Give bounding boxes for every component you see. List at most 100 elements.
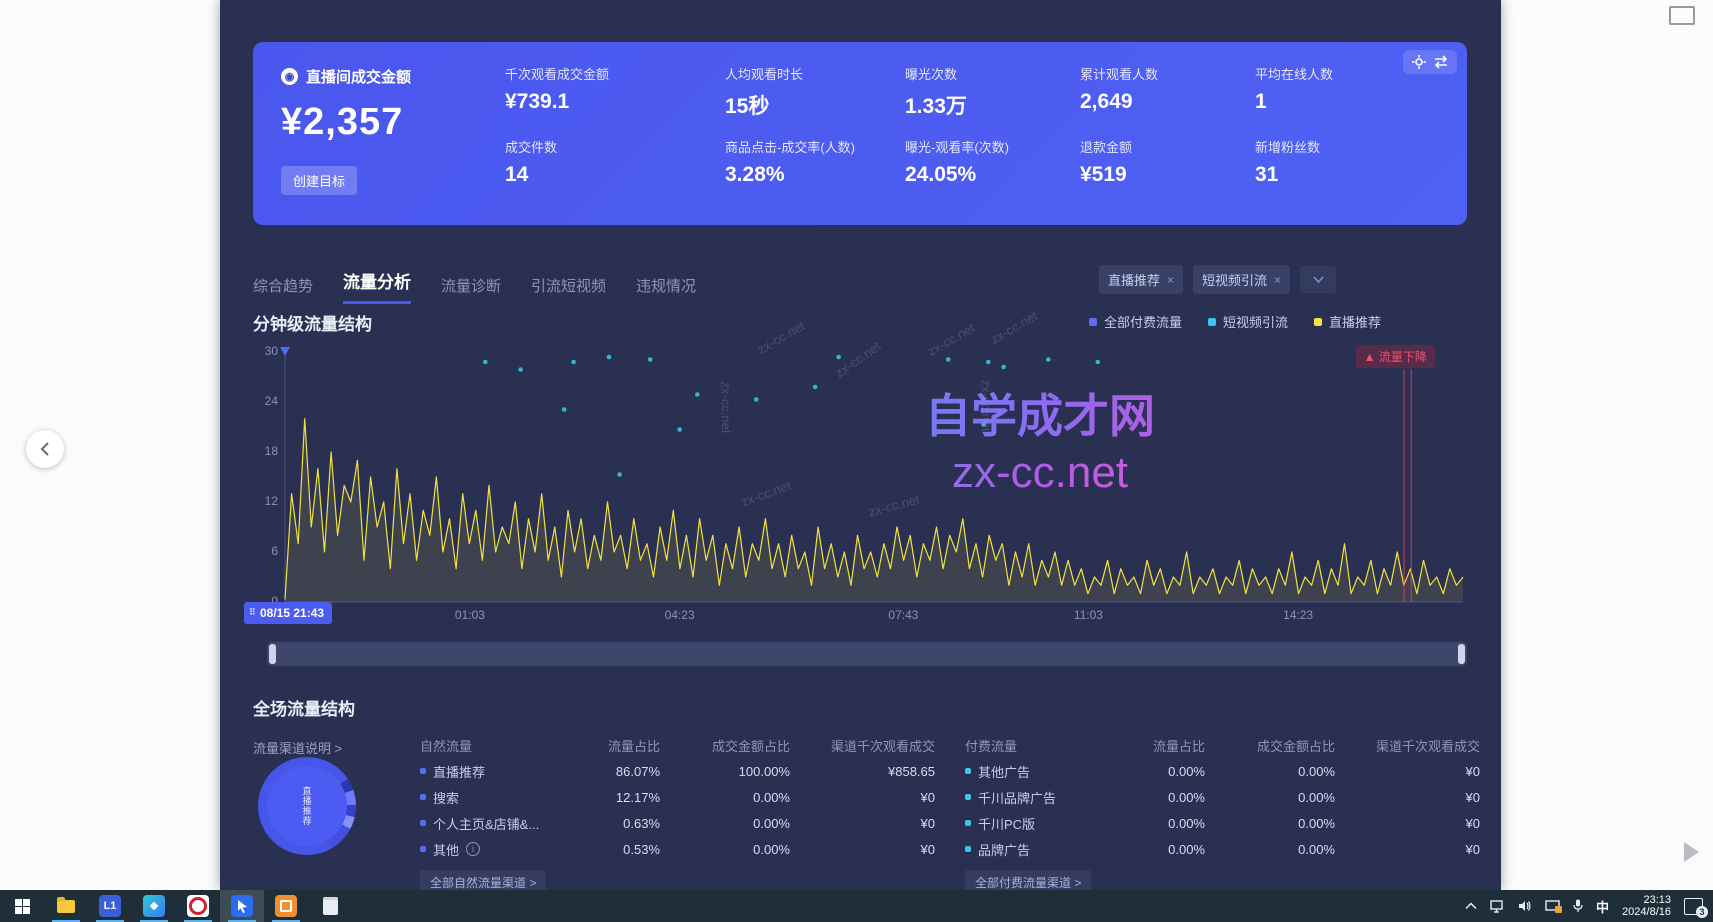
metric-exposure-view-rate: 曝光-观看率(次数)24.05% xyxy=(905,137,1080,210)
y-tick: 30 xyxy=(252,344,278,358)
traffic-drop-alert[interactable]: ▲ 流量下降 xyxy=(1356,345,1435,368)
row-bullet xyxy=(965,768,971,774)
legend-short-video[interactable]: 短视频引流 xyxy=(1208,312,1288,331)
taskbar-app-teal[interactable]: ❖ xyxy=(132,890,176,922)
y-tick: 6 xyxy=(252,544,278,558)
table-row: 搜索 12.17% 0.00% ¥0 xyxy=(420,784,935,810)
remove-tag-icon[interactable]: × xyxy=(1167,273,1174,287)
table-row: 千川PC版 0.00% 0.00% ¥0 xyxy=(965,810,1480,836)
x-axis-labels: ⠿08/15 21:43 01:03 04:23 07:43 11:03 14:… xyxy=(253,604,1467,626)
row-bullet xyxy=(965,820,971,826)
metric-avg-online: 平均在线人数1 xyxy=(1255,64,1433,137)
analysis-tabs: 综合趋势 流量分析 流量诊断 引流短视频 违规情况 xyxy=(253,268,696,304)
capture-icon[interactable] xyxy=(1669,6,1695,25)
taskbar-app-browser[interactable] xyxy=(176,890,220,922)
legend-paid-traffic[interactable]: 全部付费流量 xyxy=(1089,312,1182,331)
x-tick: 01:03 xyxy=(455,608,485,622)
time: 23:13 xyxy=(1622,894,1671,906)
time-cursor-chip[interactable]: ⠿08/15 21:43 xyxy=(244,602,332,624)
table-row: 千川品牌广告 0.00% 0.00% ¥0 xyxy=(965,784,1480,810)
network-icon[interactable] xyxy=(1490,900,1505,913)
trend-line-chart xyxy=(253,345,1467,607)
range-handle-left[interactable] xyxy=(269,644,276,664)
clock[interactable]: 23:13 2024/8/16 xyxy=(1622,894,1671,918)
taskbar-app-l1[interactable]: L1 xyxy=(88,890,132,922)
remove-tag-icon[interactable]: × xyxy=(1274,273,1281,287)
row-bullet xyxy=(420,846,426,852)
kpi-panel: ◉ 直播间成交金额 ¥2,357 创建目标 千次观看成交金额¥739.1 人均观… xyxy=(253,42,1467,225)
microphone-icon[interactable] xyxy=(1573,899,1583,913)
tray-chevron-up[interactable] xyxy=(1465,902,1477,910)
drag-grip-icon: ⠿ xyxy=(249,607,255,618)
table-row: 直播推荐 86.07% 100.00% ¥858.65 xyxy=(420,758,935,784)
metric-avg-watch-time: 人均观看时长15秒 xyxy=(725,64,905,137)
notification-icon[interactable]: 3 xyxy=(1684,898,1703,915)
session-traffic-title: 全场流量结构 xyxy=(253,695,355,720)
gmv-value: ¥2,357 xyxy=(281,101,411,144)
cursor-app-icon xyxy=(231,895,253,917)
range-handle-right[interactable] xyxy=(1458,644,1465,664)
donut-label: 直播推荐 xyxy=(301,786,314,826)
dashboard-window: ◉ 直播间成交金额 ¥2,357 创建目标 千次观看成交金额¥739.1 人均观… xyxy=(220,0,1501,890)
alert-icon: ▲ xyxy=(1364,350,1376,364)
row-bullet xyxy=(420,768,426,774)
filter-tag-live-recommend[interactable]: 直播推荐 × xyxy=(1099,265,1183,294)
channel-filter: 直播推荐 × 短视频引流 × xyxy=(1099,265,1336,294)
channel-help-link[interactable]: 流量渠道说明 > xyxy=(253,738,342,757)
filter-tag-short-video[interactable]: 短视频引流 × xyxy=(1193,265,1290,294)
metric-items-sold: 成交件数14 xyxy=(505,137,725,210)
table-row: 个人主页&店铺&... 0.63% 0.00% ¥0 xyxy=(420,810,935,836)
legend-swatch xyxy=(1314,318,1322,326)
tab-overall-trend[interactable]: 综合趋势 xyxy=(253,275,313,304)
tab-violations[interactable]: 违规情况 xyxy=(636,275,696,304)
x-tick: 07:43 xyxy=(888,608,918,622)
l1-app-icon: L1 xyxy=(99,895,121,917)
row-bullet xyxy=(965,794,971,800)
red-o-browser-icon xyxy=(187,895,209,917)
chevron-left-icon xyxy=(39,442,51,456)
taskbar-app-notepad[interactable] xyxy=(308,890,352,922)
notification-count: 3 xyxy=(1696,906,1708,918)
minute-traffic-chart[interactable]: 30 24 18 12 6 0 ▲ 流量下降 xyxy=(253,345,1467,607)
watermark-tile: zx-cc.net xyxy=(988,308,1041,347)
metric-new-followers: 新增粉丝数31 xyxy=(1255,137,1433,210)
chart-range-scrollbar[interactable] xyxy=(267,642,1467,666)
table-row: 品牌广告 0.00% 0.00% ¥0 xyxy=(965,836,1480,862)
filter-dropdown[interactable] xyxy=(1300,266,1336,293)
chart-legend: 全部付费流量 短视频引流 直播推荐 xyxy=(1089,312,1381,331)
tab-short-video[interactable]: 引流短视频 xyxy=(531,275,606,304)
legend-swatch xyxy=(1208,318,1216,326)
traffic-donut-chart: 直播推荐 xyxy=(258,757,356,855)
tab-traffic-analysis[interactable]: 流量分析 xyxy=(343,268,411,304)
back-button[interactable] xyxy=(26,430,64,468)
info-icon[interactable]: i xyxy=(466,842,480,856)
metric-total-viewers: 累计观看人数2,649 xyxy=(1080,64,1255,137)
taskbar-app-active[interactable] xyxy=(220,890,264,922)
display-sync-icon[interactable] xyxy=(1545,900,1560,912)
swap-icon[interactable] xyxy=(1433,54,1449,70)
create-goal-button[interactable]: 创建目标 xyxy=(281,166,357,195)
windows-taskbar: L1 ❖ 中 23:13 2024/8/16 3 xyxy=(0,890,1713,922)
kpi-metrics-grid: 千次观看成交金额¥739.1 人均观看时长15秒 曝光次数1.33万 累计观看人… xyxy=(505,64,1433,210)
taskbar-app-orange[interactable] xyxy=(264,890,308,922)
windows-logo-icon xyxy=(15,899,30,914)
row-bullet xyxy=(420,820,426,826)
gear-icon[interactable] xyxy=(1411,54,1427,70)
legend-swatch xyxy=(1089,318,1097,326)
tab-traffic-diagnosis[interactable]: 流量诊断 xyxy=(441,275,501,304)
legend-live-recommend[interactable]: 直播推荐 xyxy=(1314,312,1381,331)
notepad-icon xyxy=(323,897,338,915)
metric-exposures: 曝光次数1.33万 xyxy=(905,64,1080,137)
folder-icon xyxy=(57,900,75,913)
table-row: 其他广告 0.00% 0.00% ¥0 xyxy=(965,758,1480,784)
file-explorer-button[interactable] xyxy=(44,890,88,922)
next-arrow-icon[interactable] xyxy=(1684,842,1699,862)
y-tick: 24 xyxy=(252,394,278,408)
start-button[interactable] xyxy=(0,890,44,922)
y-tick: 12 xyxy=(252,494,278,508)
gmv-icon: ◉ xyxy=(281,68,298,85)
natural-traffic-table: 自然流量 流量占比 成交金额占比 渠道千次观看成交 直播推荐 86.07% 10… xyxy=(420,732,935,895)
volume-icon[interactable] xyxy=(1518,900,1532,912)
ime-indicator[interactable]: 中 xyxy=(1596,897,1609,916)
row-bullet xyxy=(965,846,971,852)
